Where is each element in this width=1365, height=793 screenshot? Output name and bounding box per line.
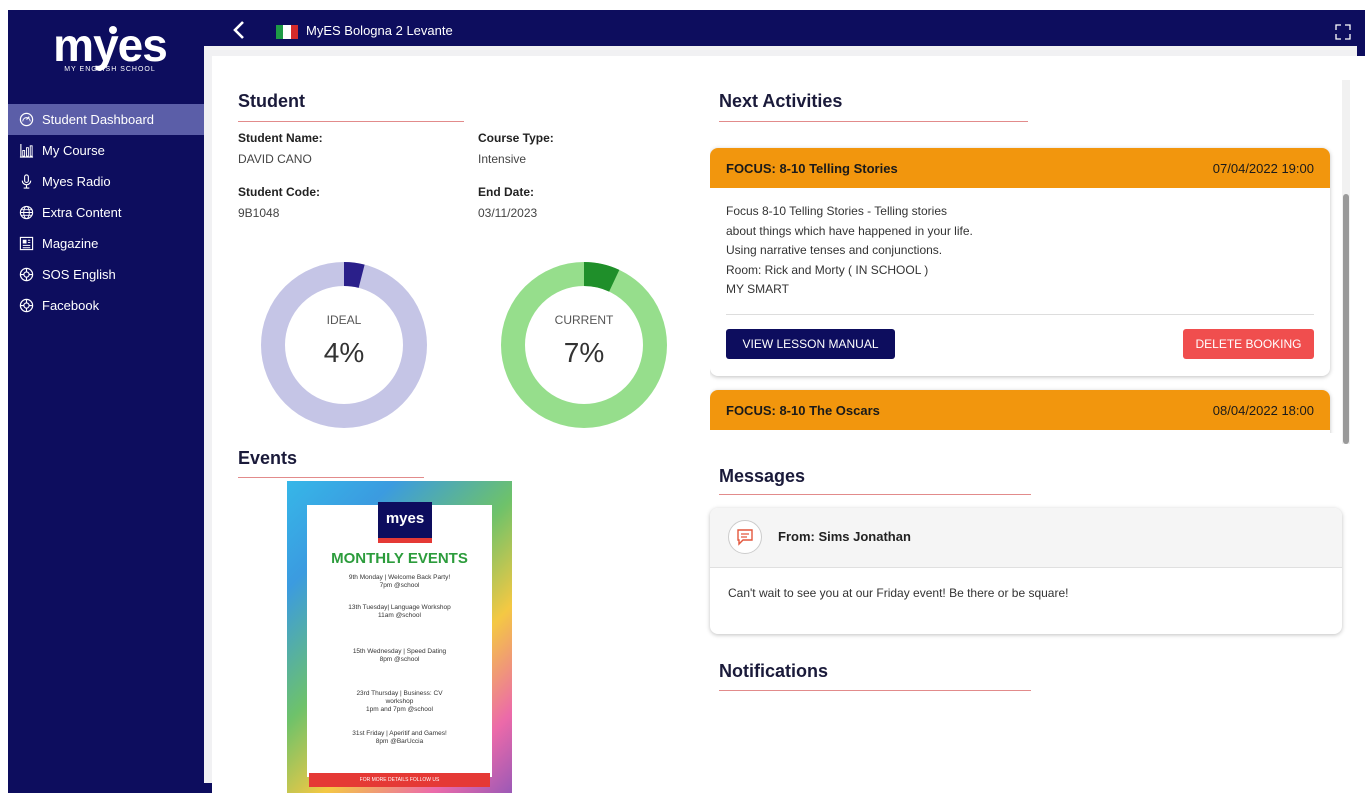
student-code-value: 9B1048 [238,206,280,220]
ideal-percent: 4% [323,337,365,368]
end-date-value: 03/11/2023 [478,206,538,220]
message-header: From: Sims Jonathan [710,508,1342,568]
sidebar-item-my-course[interactable]: My Course [8,135,212,166]
sidebar-item-extra-content[interactable]: Extra Content [8,197,212,228]
current-percent: 7% [563,337,605,368]
activities-list[interactable]: FOCUS: 8-10 Telling Stories 07/04/2022 1… [710,137,1342,433]
sidebar: myes MY ENGLISH SCHOOL Student Dashboard… [8,10,212,793]
poster-line: 1pm and 7pm @school [366,706,433,713]
sidebar-item-student-dashboard[interactable]: Student Dashboard [8,104,212,135]
poster-line: 15th Wednesday | Speed Dating [352,648,447,655]
notifications-title-underline [719,690,1031,691]
chat-bubble-icon [728,520,762,554]
chart-icon [18,143,34,159]
student-name-value: DAVID CANO [238,152,312,166]
sidebar-item-magazine[interactable]: Magazine [8,228,212,259]
poster-heading: MONTHLY EVENTS [331,550,468,567]
poster-line: 8pm @BarUccia [375,738,424,745]
activity-card-header: FOCUS: 8-10 The Oscars 08/04/2022 18:00 [710,390,1330,430]
lifebuoy-icon [18,298,34,314]
activity-card: FOCUS: 8-10 Telling Stories 07/04/2022 1… [710,148,1330,376]
sidebar-nav: Student Dashboard My Course Myes Radio E… [8,104,212,321]
newspaper-icon [18,236,34,252]
course-type-label: Course Type: [478,131,554,145]
events-section-title: Events [238,448,298,468]
activity-datetime: 07/04/2022 19:00 [1212,160,1314,176]
activity-datetime: 08/04/2022 18:00 [1212,402,1314,418]
activities-title-underline [719,121,1028,122]
globe-icon [18,205,34,221]
brand-logo[interactable]: myes MY ENGLISH SCHOOL [8,18,212,98]
delete-booking-button[interactable]: DELETE BOOKING [1183,329,1314,359]
activity-title: FOCUS: 8-10 The Oscars [726,402,880,418]
back-arrow-icon[interactable] [232,20,246,46]
poster-line: 7pm @school [379,582,420,589]
message-body: Can't wait to see you at our Friday even… [728,586,1069,600]
school-name: MyES Bologna 2 Levante [306,23,453,38]
activity-card: FOCUS: 8-10 The Oscars 08/04/2022 18:00 [710,390,1330,433]
poster-footer: FOR MORE DETAILS FOLLOW US [309,773,490,787]
microphone-icon [18,174,34,190]
activities-scrollbar[interactable] [1342,80,1350,444]
dashboard-icon [18,112,34,128]
lifebuoy-icon [18,267,34,283]
poster-line: 11am @school [378,612,421,619]
poster-line: 9th Monday | Welcome Back Party! [348,574,451,581]
poster-logo: myes [378,502,432,542]
end-date-label: End Date: [478,185,535,199]
message-sender: From: Sims Jonathan [778,529,911,544]
student-title-underline [238,121,464,122]
poster-panel: myes MONTHLY EVENTS 9th Monday | Welcome… [307,502,492,777]
student-code-label: Student Code: [238,185,320,199]
activity-title: FOCUS: 8-10 Telling Stories [726,160,898,176]
italy-flag-icon [276,25,298,39]
sidebar-item-facebook[interactable]: Facebook [8,290,212,321]
scrollbar-thumb[interactable] [1343,194,1349,444]
sidebar-item-sos-english[interactable]: SOS English [8,259,212,290]
poster-line: 8pm @school [379,656,420,663]
poster-line: 13th Tuesday| Language Workshop [348,604,451,611]
course-type-value: Intensive [478,152,527,166]
poster-line: workshop [385,698,414,705]
next-activities-title: Next Activities [719,91,843,111]
events-title-underline [238,477,424,478]
student-section-title: Student [238,91,305,111]
messages-title-underline [719,494,1031,495]
activity-card-header: FOCUS: 8-10 Telling Stories 07/04/2022 1… [710,148,1330,188]
messages-title: Messages [719,466,806,486]
event-poster-image[interactable]: myes MONTHLY EVENTS 9th Monday | Welcome… [287,481,512,793]
poster-line: 23rd Thursday | Business: CV [356,690,443,697]
sidebar-item-myes-radio[interactable]: Myes Radio [8,166,212,197]
view-lesson-manual-button[interactable]: VIEW LESSON MANUAL [726,329,895,359]
activity-description: Focus 8-10 Telling Stories - Telling sto… [726,204,973,296]
poster-line: 31st Friday | Aperitif and Games! [352,730,447,737]
ideal-label: IDEAL [326,313,362,327]
fullscreen-icon[interactable] [1335,24,1351,40]
notifications-title: Notifications [719,661,829,681]
current-label: CURRENT [554,313,614,327]
student-name-label: Student Name: [238,131,323,145]
message-card[interactable]: From: Sims Jonathan Can't wait to see yo… [710,508,1342,634]
